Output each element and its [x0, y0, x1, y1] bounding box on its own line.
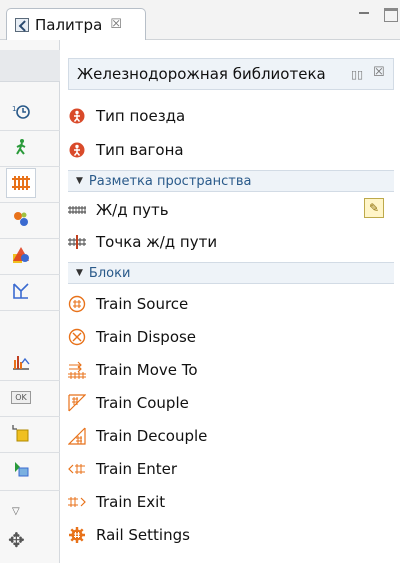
strip-scroll-down-icon[interactable]: ▽	[12, 506, 20, 517]
tab-title: Палитра	[35, 15, 103, 34]
strip-shapes-icon[interactable]	[6, 240, 36, 270]
strip-divider	[0, 490, 60, 491]
strip-divider	[0, 310, 60, 311]
rail-track-icon	[68, 201, 86, 219]
panel-close-icon[interactable]: ☒	[373, 65, 385, 80]
list-item-train-dispose[interactable]: Train Dispose	[68, 325, 196, 349]
strip-divider	[0, 416, 60, 417]
tab-palette[interactable]: Палитра ☒	[6, 8, 146, 40]
strip-divider	[0, 130, 60, 131]
train-dispose-icon	[68, 328, 86, 346]
rail-settings-gear-icon	[68, 526, 86, 544]
strip-divider	[0, 202, 60, 203]
palette-category-strip: 1 OK ▽ ✥	[0, 40, 60, 563]
collapse-arrow-icon: ▼	[76, 268, 83, 278]
train-couple-icon	[68, 394, 86, 412]
list-item-railway-track[interactable]: Ж/д путь	[68, 198, 169, 222]
strip-pedestrian-icon[interactable]	[6, 132, 36, 162]
strip-network-icon[interactable]	[6, 276, 36, 306]
list-item-train-decouple[interactable]: Train Decouple	[68, 424, 207, 448]
strip-divider	[0, 166, 60, 167]
strip-divider	[0, 380, 60, 381]
list-item-train-exit[interactable]: Train Exit	[68, 490, 165, 514]
list-item-train-enter[interactable]: Train Enter	[68, 457, 177, 481]
ok-button-glyph: OK	[11, 390, 31, 404]
list-item-train-couple[interactable]: Train Couple	[68, 391, 189, 415]
train-enter-icon	[68, 460, 86, 478]
strip-fluid-icon[interactable]	[6, 204, 36, 234]
strip-divider	[0, 274, 60, 275]
strip-pictures-icon[interactable]	[6, 418, 36, 448]
svg-text:1: 1	[12, 105, 16, 113]
strip-move-icon[interactable]: ✥	[8, 528, 25, 552]
strip-divider	[0, 238, 60, 239]
section-space-markup[interactable]: ▼ Разметка пространства	[68, 170, 394, 192]
agent-type-icon	[68, 107, 86, 125]
train-exit-icon	[68, 493, 86, 511]
list-item-train-type[interactable]: Тип поезда	[68, 104, 185, 128]
collapse-arrow-icon: ▼	[76, 176, 83, 186]
train-decouple-icon	[68, 427, 86, 445]
strip-divider	[0, 452, 60, 453]
minimize-icon[interactable]	[358, 8, 372, 22]
track-point-icon	[68, 233, 86, 251]
strip-header	[0, 50, 60, 82]
section-blocks[interactable]: ▼ Блоки	[68, 262, 394, 284]
strip-controls-icon[interactable]: OK	[6, 382, 36, 412]
palette-icon	[15, 17, 29, 32]
view-tab-bar: Палитра ☒	[0, 0, 400, 40]
strip-3d-icon[interactable]	[6, 454, 36, 484]
tab-close-icon[interactable]: ☒	[110, 17, 122, 32]
list-item-car-type[interactable]: Тип вагона	[68, 138, 184, 162]
library-header[interactable]: Железнодорожная библиотека ▯▯ ☒	[68, 58, 394, 90]
panel-menu-icon[interactable]: ▯▯	[351, 68, 363, 81]
list-item-train-move-to[interactable]: Train Move To	[68, 358, 198, 382]
library-title: Железнодорожная библиотека	[77, 65, 326, 83]
list-item-train-source[interactable]: Train Source	[68, 292, 188, 316]
maximize-icon[interactable]	[384, 8, 398, 22]
strip-analysis-icon[interactable]	[6, 346, 36, 376]
list-item-track-point[interactable]: Точка ж/д пути	[68, 230, 217, 254]
list-item-rail-settings[interactable]: Rail Settings	[68, 523, 190, 547]
train-move-icon	[68, 361, 86, 379]
palette-panel: Железнодорожная библиотека ▯▯ ☒ Тип поез…	[60, 40, 400, 563]
strip-rail-icon[interactable]	[6, 168, 36, 198]
train-source-icon	[68, 295, 86, 313]
agent-type-icon	[68, 141, 86, 159]
strip-schedule-icon[interactable]: 1	[6, 96, 36, 126]
pencil-icon[interactable]: ✎	[364, 198, 384, 218]
